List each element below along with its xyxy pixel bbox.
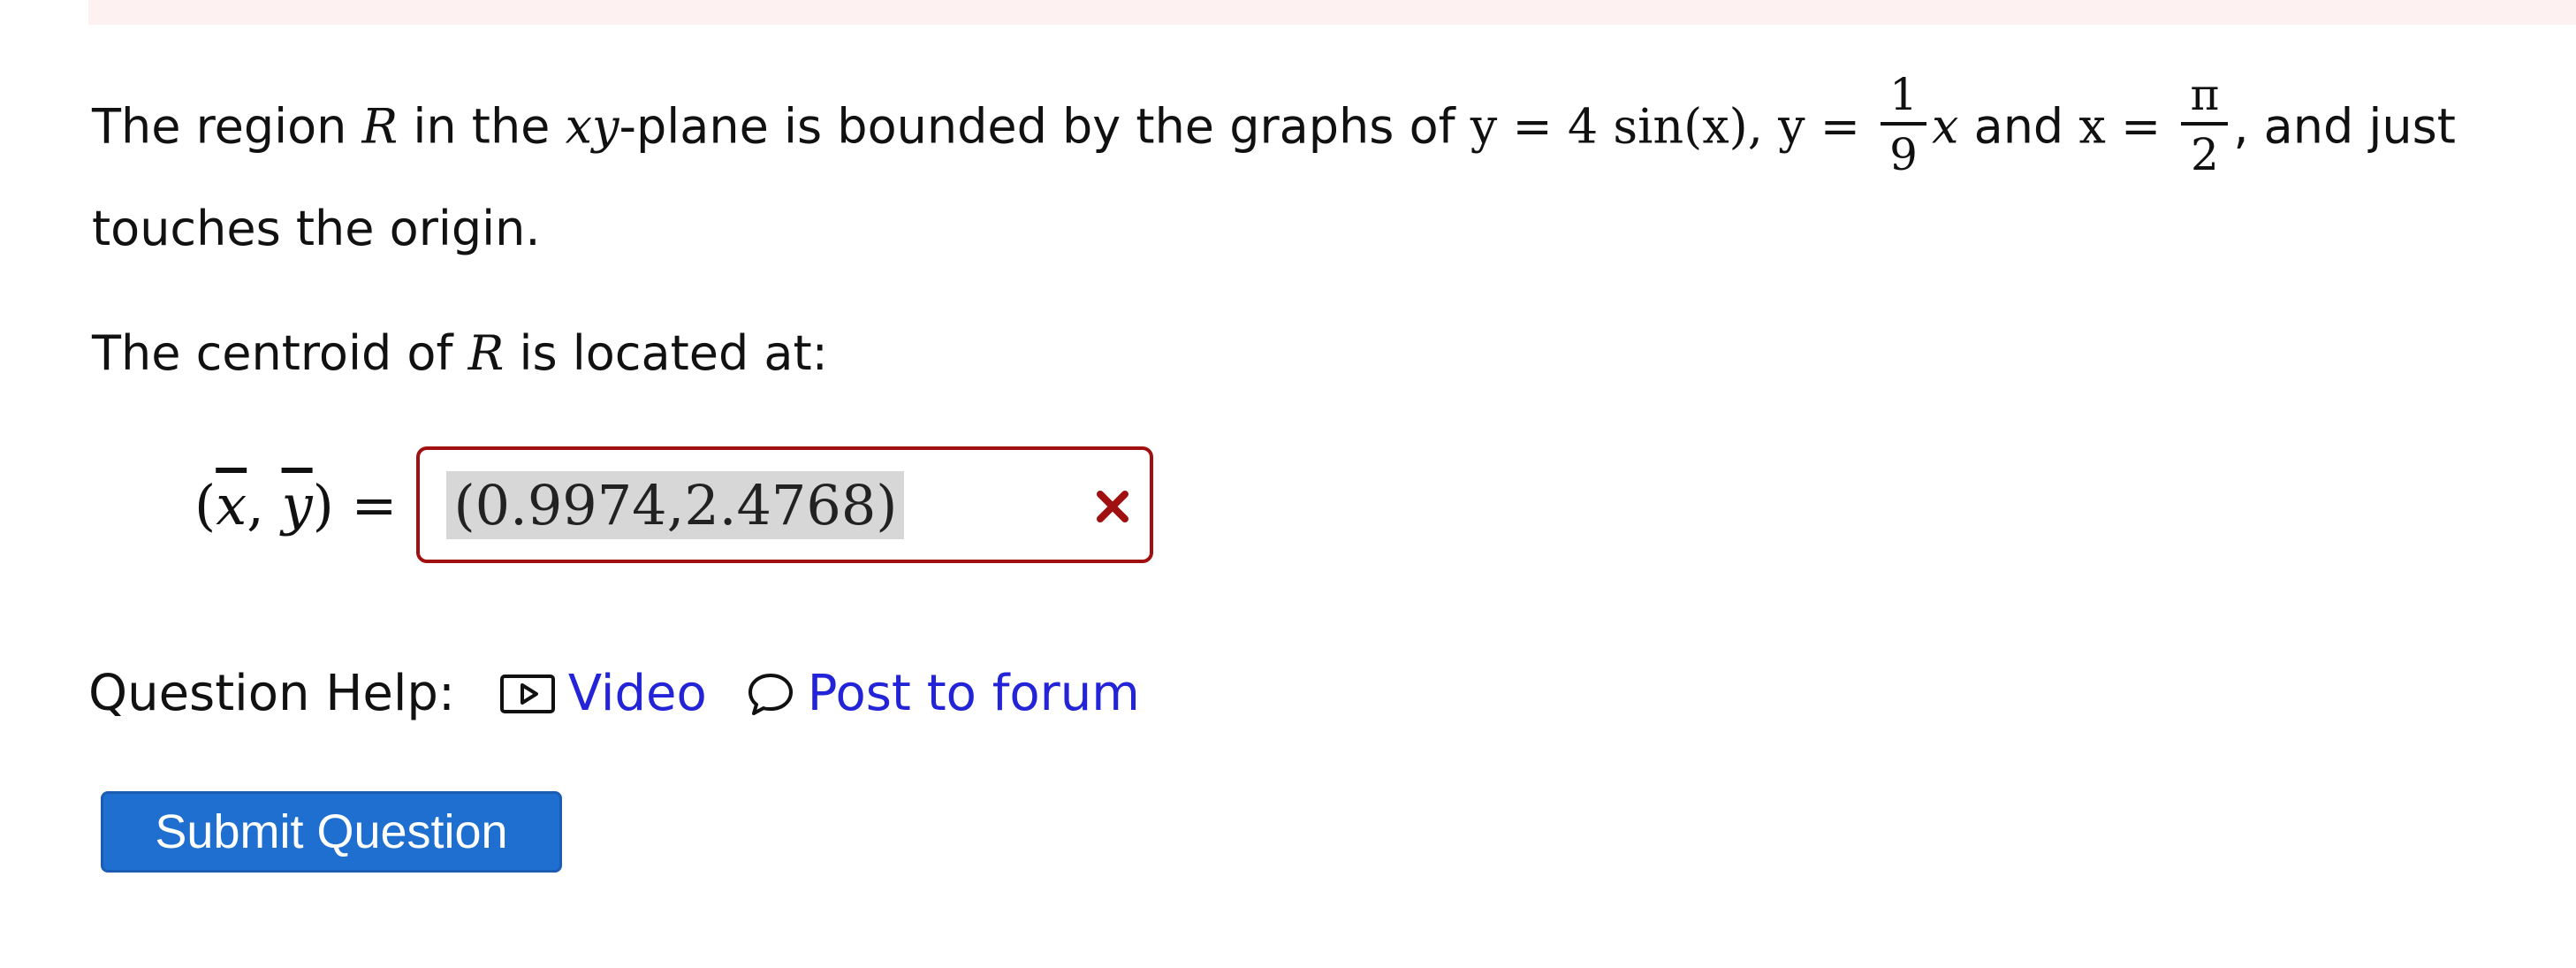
video-link-label[interactable]: Video	[568, 665, 707, 722]
problem-text: in the	[398, 98, 566, 155]
prompt-text: The centroid of	[92, 325, 468, 381]
question-help-label: Question Help:	[88, 665, 455, 722]
region-variable: R	[361, 98, 399, 155]
submit-question-button[interactable]: Submit Question	[101, 791, 562, 873]
problem-text: and	[1958, 98, 2079, 155]
incorrect-x-icon	[1097, 491, 1129, 522]
paren-close-equals: ) =	[312, 472, 398, 537]
fraction-numerator: π	[2181, 72, 2229, 126]
answer-row: (x, y) = (0.9974,2.4768)	[194, 445, 1154, 565]
question-help: Question Help: Video Post to forum	[88, 665, 1179, 722]
prompt-text: is located at:	[504, 325, 828, 381]
post-to-forum-link[interactable]: Post to forum	[746, 665, 1140, 722]
equation-line-rhs: x	[1931, 98, 1959, 155]
comma: ,	[247, 472, 282, 537]
answer-label: (x, y) =	[194, 473, 397, 537]
fraction-pi-half: π2	[2181, 72, 2229, 180]
equation-vertical-lhs: x =	[2078, 98, 2162, 155]
answer-input[interactable]: (0.9974,2.4768)	[416, 446, 1154, 563]
x-bar: x	[216, 472, 247, 537]
problem-statement: The region R in the xy-plane is bounded …	[92, 72, 2531, 276]
video-icon	[499, 674, 555, 713]
centroid-prompt: The centroid of R is located at:	[92, 325, 828, 381]
region-variable: R	[467, 325, 505, 381]
paren-open: (	[194, 472, 217, 537]
fraction-denominator: 9	[1889, 129, 1918, 180]
y-bar: y	[281, 472, 313, 537]
fraction-denominator: 2	[2190, 129, 2219, 180]
speech-bubble-icon	[748, 673, 793, 715]
fraction-one-ninth: 19	[1881, 72, 1926, 177]
problem-text: The region	[92, 98, 362, 155]
top-alert-strip	[88, 0, 2576, 25]
fraction-numerator: 1	[1881, 72, 1926, 126]
equation-sine: y = 4 sin(x),	[1470, 98, 1763, 155]
answer-value[interactable]: (0.9974,2.4768)	[446, 470, 905, 539]
video-link[interactable]: Video	[499, 665, 707, 722]
post-to-forum-label[interactable]: Post to forum	[808, 665, 1140, 722]
problem-text: -plane is bounded by the graphs of	[619, 98, 1470, 155]
plane-variable: xy	[565, 98, 619, 155]
equation-line-lhs: y =	[1778, 98, 1860, 155]
